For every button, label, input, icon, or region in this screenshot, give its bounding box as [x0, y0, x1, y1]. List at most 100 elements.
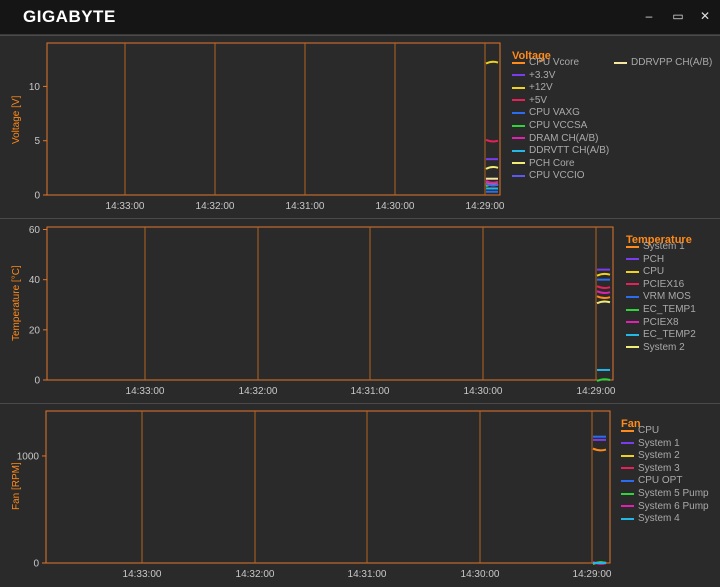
temperature-y-tick-label: 40 [29, 275, 41, 286]
legend-item[interactable]: +12V [512, 82, 553, 93]
legend-swatch [512, 162, 525, 165]
legend-item[interactable]: EC_TEMP1 [626, 304, 696, 315]
legend-item[interactable]: CPU VCCIO [512, 170, 585, 181]
voltage-chart[interactable]: 14:33:00 14:32:00 14:31:00 14:30:00 14:29:00… [0, 36, 720, 218]
voltage-x-tick-label: 14:32:00 [196, 201, 235, 212]
legend-label: PCH [643, 253, 665, 265]
voltage-x-tick-label: 14:29:00 [466, 201, 505, 212]
voltage-x-tick-label: 14:33:00 [106, 201, 145, 212]
legend-label: CPU [638, 425, 660, 436]
temperature-chart[interactable]: 14:33:00 14:32:00 14:31:00 14:30:00 14:29:00… [0, 219, 720, 403]
fan-panel: 14:33:00 14:32:00 14:31:00 14:30:00 14:29:00… [0, 403, 720, 587]
voltage-plot-area [46, 42, 501, 196]
voltage-y-axis-label: Voltage [V] [11, 95, 22, 144]
legend-label: System 2 [638, 450, 680, 462]
voltage-x-tick-label: 14:31:00 [286, 201, 325, 212]
fan-x-tick-label: 14:31:00 [348, 569, 387, 580]
fan-plot-area [45, 410, 611, 564]
legend-swatch [512, 61, 525, 64]
legend-swatch [512, 111, 525, 114]
temperature-series-ec-temp1 [596, 378, 611, 382]
legend-item[interactable]: System 6 Pump [621, 501, 709, 512]
legend-item[interactable]: System 2 [621, 450, 680, 461]
legend-item[interactable]: CPU Vcore [512, 57, 579, 68]
legend-swatch [621, 454, 634, 457]
legend-item[interactable]: System 4 [621, 513, 680, 524]
legend-item[interactable]: VRM MOS [626, 291, 691, 302]
legend-swatch [512, 149, 525, 152]
legend-item[interactable]: +3.3V [512, 70, 555, 81]
legend-item[interactable]: DDRVPP CH(A/B) [614, 57, 712, 68]
temperature-plot-area [46, 226, 614, 381]
legend-swatch [621, 429, 634, 432]
legend-item[interactable]: CPU OPT [621, 475, 682, 486]
legend-swatch [512, 74, 525, 77]
legend-item[interactable]: PCH Core [512, 158, 575, 169]
gigabyte-logo: GIGABYTE [23, 7, 116, 26]
legend-label: System 6 Pump [638, 500, 709, 512]
legend-label: PCIEX8 [643, 316, 679, 328]
voltage-y-tick-label: 0 [34, 191, 40, 202]
legend-label: System 1 [638, 437, 680, 449]
legend-swatch [512, 86, 525, 89]
legend-item[interactable]: System 3 [621, 463, 680, 474]
legend-label: +5V [529, 94, 548, 106]
legend-swatch [621, 517, 634, 520]
voltage-panel: 14:33:00 14:32:00 14:31:00 14:30:00 14:29:00… [0, 35, 720, 218]
legend-item[interactable]: PCIEX16 [626, 279, 684, 290]
legend-swatch [626, 295, 639, 298]
voltage-y-tick-label: 10 [29, 82, 41, 93]
legend-item[interactable]: System 5 Pump [621, 488, 709, 499]
legend-item[interactable]: DDRVTT CH(A/B) [512, 145, 609, 156]
legend-label: CPU OPT [638, 475, 683, 487]
legend-swatch [626, 333, 639, 336]
legend-label: System 4 [638, 513, 680, 525]
legend-label: System 1 [643, 241, 685, 252]
fan-y-tick-label: 1000 [17, 451, 40, 462]
legend-item[interactable]: +5V [512, 95, 547, 106]
legend-item[interactable]: System 2 [626, 342, 685, 353]
legend-label: DRAM CH(A/B) [529, 132, 599, 144]
legend-label: DDRVTT CH(A/B) [529, 145, 610, 157]
temperature-y-tick-label: 0 [34, 376, 40, 387]
voltage-x-tick-label: 14:30:00 [376, 201, 415, 212]
legend-swatch [614, 61, 627, 64]
legend-swatch [512, 99, 525, 102]
voltage-y-tick-label: 5 [34, 136, 40, 147]
legend-item[interactable]: DRAM CH(A/B) [512, 133, 598, 144]
legend-swatch [626, 308, 639, 311]
legend-swatch [621, 442, 634, 445]
legend-label: System 5 Pump [638, 488, 709, 499]
legend-label: CPU VCCIO [529, 170, 585, 182]
legend-item[interactable]: CPU [626, 266, 664, 277]
legend-label: CPU VAXG [529, 107, 580, 119]
legend-label: EC_TEMP1 [643, 304, 696, 315]
legend-item[interactable]: PCH [626, 254, 664, 265]
temperature-y-tick-label: 20 [29, 325, 41, 336]
legend-item[interactable]: CPU VAXG [512, 107, 580, 118]
legend-item[interactable]: System 1 [626, 241, 685, 252]
temperature-x-tick-label: 14:30:00 [464, 386, 503, 397]
legend-label: CPU VCCSA [529, 120, 588, 131]
close-icon[interactable]: ✕ [697, 9, 713, 23]
legend-label: EC_TEMP2 [643, 329, 696, 341]
legend-label: CPU Vcore [529, 57, 580, 68]
legend-label: +3.3V [529, 69, 556, 81]
fan-x-tick-label: 14:29:00 [573, 569, 612, 580]
legend-item[interactable]: System 1 [621, 438, 680, 449]
temperature-x-tick-label: 14:32:00 [239, 386, 278, 397]
fan-x-tick-label: 14:32:00 [236, 569, 275, 580]
legend-label: System 2 [643, 341, 685, 353]
legend-item[interactable]: CPU [621, 425, 659, 436]
legend-item[interactable]: PCIEX8 [626, 317, 679, 328]
legend-label: +12V [529, 82, 553, 94]
temperature-x-tick-label: 14:29:00 [577, 386, 616, 397]
legend-item[interactable]: CPU VCCSA [512, 120, 587, 131]
fan-chart[interactable]: 14:33:00 14:32:00 14:31:00 14:30:00 14:29:00… [0, 404, 720, 587]
legend-swatch [626, 245, 639, 248]
legend-item[interactable]: EC_TEMP2 [626, 329, 696, 340]
maximize-icon[interactable]: ▭ [670, 9, 686, 23]
minimize-icon[interactable]: – [641, 9, 657, 23]
legend-swatch [621, 467, 634, 470]
legend-swatch [626, 283, 639, 286]
